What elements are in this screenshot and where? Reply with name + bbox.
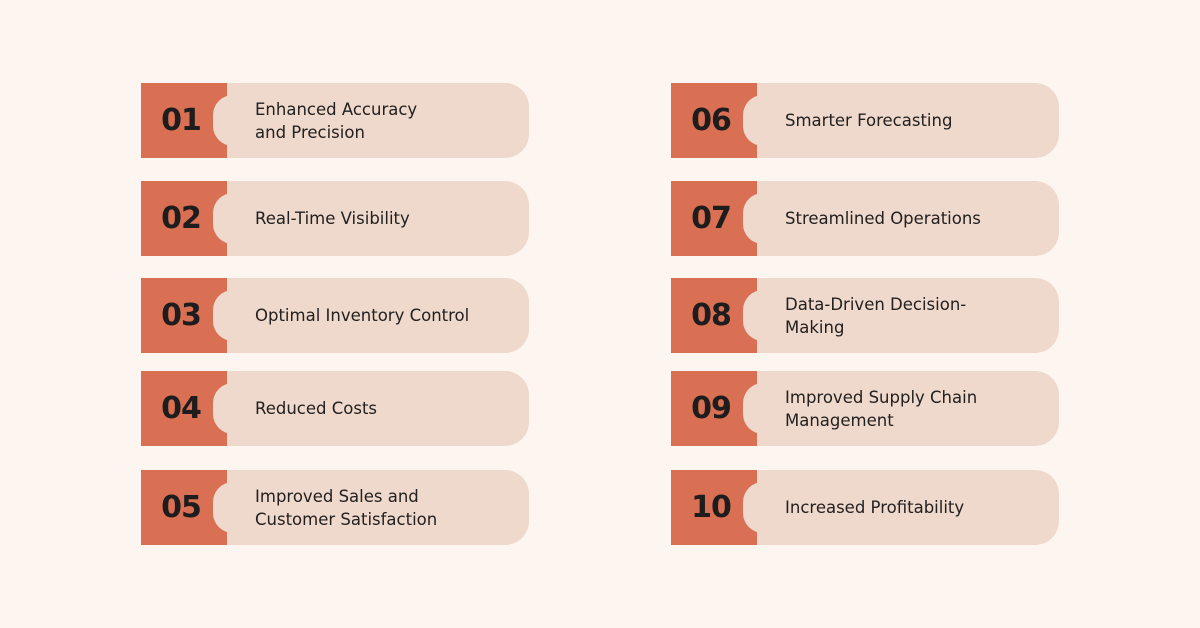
item-number: 01: [161, 103, 202, 138]
item-number: 03: [161, 298, 202, 333]
item-number: 10: [691, 490, 732, 525]
benefit-item-09: 09 Improved Supply Chain Management: [671, 371, 1059, 446]
item-number: 09: [691, 391, 732, 426]
item-number: 05: [161, 490, 202, 525]
item-label: Streamlined Operations: [785, 209, 981, 228]
item-label: Enhanced Accuracy and Precision: [255, 99, 418, 142]
benefit-item-04: 04 Reduced Costs: [141, 371, 529, 446]
item-label: Real-Time Visibility: [255, 209, 410, 228]
benefit-item-06: 06 Smarter Forecasting: [671, 83, 1059, 158]
benefit-item-08: 08 Data-Driven Decision- Making: [671, 278, 1059, 353]
item-label: Reduced Costs: [255, 399, 378, 418]
item-number: 02: [161, 201, 202, 236]
benefit-item-07: 07 Streamlined Operations: [671, 181, 1059, 256]
item-label: Improved Supply Chain Management: [785, 387, 978, 430]
item-number: 06: [691, 103, 732, 138]
item-label: Increased Profitability: [785, 498, 965, 517]
benefit-item-10: 10 Increased Profitability: [671, 470, 1059, 545]
item-number: 07: [691, 201, 732, 236]
item-label: Improved Sales and Customer Satisfaction: [255, 486, 438, 529]
benefit-item-01: 01 Enhanced Accuracy and Precision: [141, 83, 529, 158]
benefit-item-03: 03 Optimal Inventory Control: [141, 278, 529, 353]
item-label: Optimal Inventory Control: [255, 306, 470, 325]
benefit-item-02: 02 Real-Time Visibility: [141, 181, 529, 256]
item-label: Smarter Forecasting: [785, 111, 953, 130]
item-label: Data-Driven Decision- Making: [785, 294, 967, 337]
item-number: 04: [161, 391, 202, 426]
item-number: 08: [691, 298, 732, 333]
benefit-item-05: 05 Improved Sales and Customer Satisfact…: [141, 470, 529, 545]
